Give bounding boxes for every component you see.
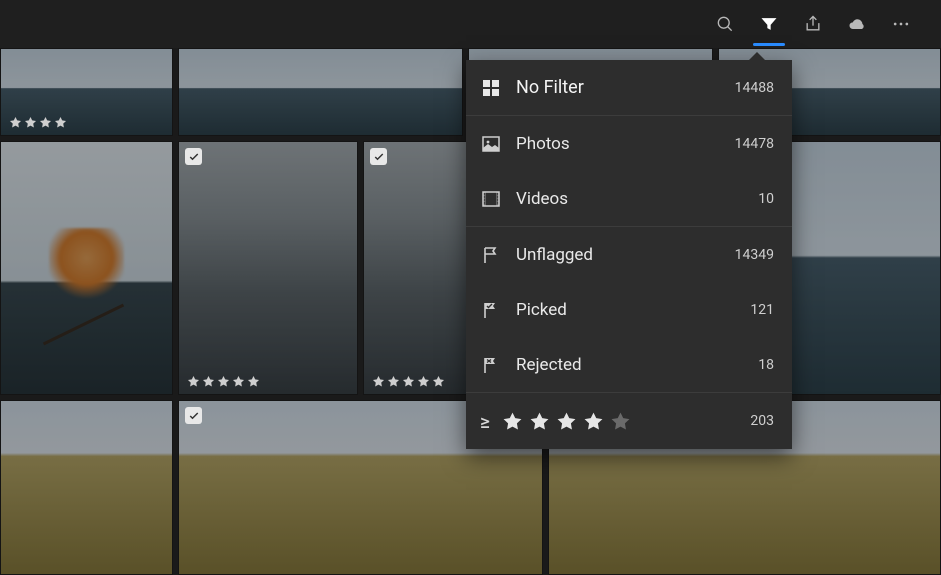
rating-stars xyxy=(372,375,445,388)
filter-count: 18 xyxy=(732,357,774,373)
rating-stars xyxy=(187,375,260,388)
thumbnail[interactable] xyxy=(0,141,173,395)
filter-row-picked[interactable]: Picked 121 xyxy=(466,282,792,337)
filter-label: Picked xyxy=(516,300,732,320)
filter-count: 121 xyxy=(732,302,774,318)
filter-row-unflagged[interactable]: Unflagged 14349 xyxy=(466,227,792,282)
search-icon[interactable] xyxy=(703,0,747,48)
selected-checkbox[interactable] xyxy=(370,148,387,165)
photo-icon xyxy=(480,133,502,155)
filter-row-rating[interactable]: ≥ 203 xyxy=(466,393,792,449)
filter-row-rejected[interactable]: Rejected 18 xyxy=(466,337,792,392)
thumbnail[interactable] xyxy=(0,400,173,575)
cloud-icon[interactable] xyxy=(835,0,879,48)
thumbnail[interactable] xyxy=(773,141,941,395)
grid-icon xyxy=(480,77,502,99)
filter-row-videos[interactable]: Videos 10 xyxy=(466,171,792,226)
more-icon[interactable] xyxy=(879,0,923,48)
thumbnail[interactable] xyxy=(178,141,358,395)
rating-operator[interactable]: ≥ xyxy=(480,410,490,433)
top-toolbar xyxy=(0,0,941,48)
thumbnail[interactable] xyxy=(178,48,463,136)
thumbnail[interactable] xyxy=(0,48,173,136)
flag-outline-icon xyxy=(480,244,502,266)
filter-label: No Filter xyxy=(516,77,732,98)
flag-x-icon xyxy=(480,354,502,376)
share-icon[interactable] xyxy=(791,0,835,48)
filter-label: Videos xyxy=(516,189,732,209)
filter-panel: No Filter 14488 Photos 14478 Videos 10 U… xyxy=(466,60,792,449)
flag-check-icon xyxy=(480,299,502,321)
filter-count: 203 xyxy=(732,413,774,429)
filter-label: Unflagged xyxy=(516,245,732,265)
filter-row-photos[interactable]: Photos 14478 xyxy=(466,116,792,171)
rating-stars-selector[interactable] xyxy=(502,411,732,432)
rating-stars xyxy=(9,116,67,129)
selected-checkbox[interactable] xyxy=(185,407,202,424)
filter-count: 14488 xyxy=(732,80,774,96)
video-icon xyxy=(480,188,502,210)
filter-icon[interactable] xyxy=(747,0,791,48)
filter-label: Photos xyxy=(516,134,732,154)
filter-count: 14349 xyxy=(732,247,774,263)
filter-count: 10 xyxy=(732,191,774,207)
filter-label: Rejected xyxy=(516,355,732,375)
filter-row-no-filter[interactable]: No Filter 14488 xyxy=(466,60,792,115)
selected-checkbox[interactable] xyxy=(185,148,202,165)
filter-count: 14478 xyxy=(732,136,774,152)
